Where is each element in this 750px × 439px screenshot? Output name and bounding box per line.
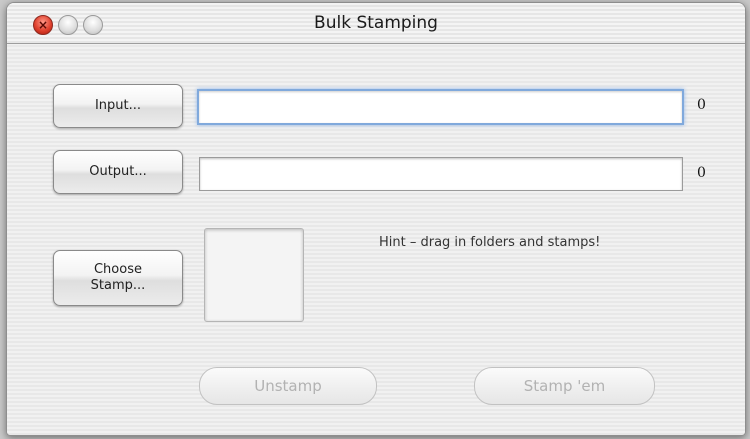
output-path-field[interactable] (199, 157, 683, 191)
bulk-stamping-window: × Bulk Stamping Input... 0 Output... 0 C… (6, 2, 746, 436)
choose-stamp-button[interactable]: Choose Stamp... (53, 250, 183, 306)
title-bar[interactable]: × Bulk Stamping (7, 3, 745, 44)
hint-text: Hint – drag in folders and stamps! (379, 235, 601, 250)
window-title: Bulk Stamping (314, 13, 438, 33)
unstamp-button[interactable]: Unstamp (199, 367, 377, 405)
stamp-drop-well[interactable] (204, 228, 304, 322)
output-button[interactable]: Output... (53, 150, 183, 194)
input-count: 0 (697, 97, 706, 113)
output-count: 0 (697, 165, 706, 181)
input-button[interactable]: Input... (53, 84, 183, 128)
input-path-field[interactable] (197, 89, 684, 125)
stamp-em-button[interactable]: Stamp 'em (474, 367, 655, 405)
